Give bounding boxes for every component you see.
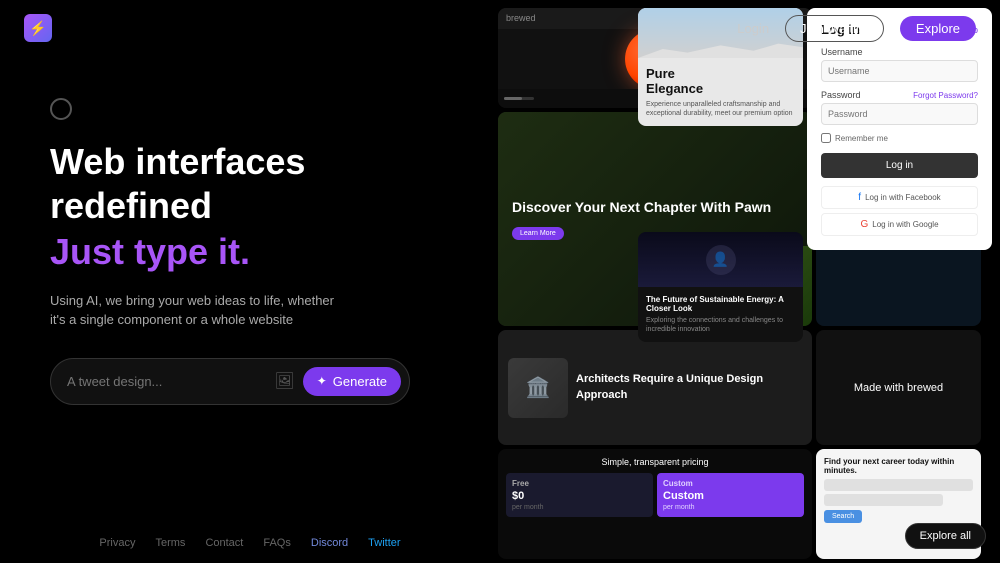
password-row: Password Forgot Password? xyxy=(821,90,978,100)
pricing-custom[interactable]: Custom Custom per month xyxy=(657,473,804,517)
login-link[interactable]: Login xyxy=(737,21,769,36)
pricing-custom-label: Custom xyxy=(663,479,798,488)
elegance-content: Pure Elegance Experience unparalleled cr… xyxy=(638,58,803,126)
pricing-free[interactable]: Free $0 per month xyxy=(506,473,653,517)
footer-terms[interactable]: Terms xyxy=(155,537,185,549)
sparkle-icon: ✦ xyxy=(317,374,327,388)
sustainable-title: The Future of Sustainable Energy: A Clos… xyxy=(646,295,795,313)
password-label: Password xyxy=(821,90,861,100)
facebook-icon: f xyxy=(858,192,861,203)
career-input-2[interactable] xyxy=(824,494,943,506)
generate-button[interactable]: ✦ Generate xyxy=(303,367,401,396)
elegance-subtitle: Elegance xyxy=(646,81,795,96)
discover-title: Discover Your Next Chapter With Pawn xyxy=(512,198,798,216)
search-input[interactable] xyxy=(67,374,266,389)
card-made[interactable]: Made with brewed xyxy=(816,330,981,445)
sustainable-image: 👤 xyxy=(638,232,803,287)
hero-subtext: Using AI, we bring your web ideas to lif… xyxy=(50,291,350,330)
footer-contact[interactable]: Contact xyxy=(205,537,243,549)
indicator-dot xyxy=(50,98,72,120)
card-sustainable[interactable]: 👤 The Future of Sustainable Energy: A Cl… xyxy=(638,232,803,342)
remember-me-checkbox[interactable] xyxy=(821,133,831,143)
pricing-free-price: $0 xyxy=(512,490,647,502)
username-input[interactable] xyxy=(821,60,978,82)
career-title: Find your next career today within minut… xyxy=(824,457,973,475)
sustainable-content: The Future of Sustainable Energy: A Clos… xyxy=(638,287,803,342)
pricing-custom-sub: per month xyxy=(663,504,798,511)
explore-all-button[interactable]: Explore all xyxy=(905,523,986,549)
pricing-free-label: Free xyxy=(512,479,647,488)
hero-section: Web interfaces redefined Just type it. U… xyxy=(0,0,500,563)
headline-1: Web interfaces redefined xyxy=(50,140,450,226)
elegance-text: Experience unparalleled craftsmanship an… xyxy=(646,100,795,118)
remember-me-row: Remember me xyxy=(821,133,978,143)
image-icon[interactable]: 🖼 xyxy=(266,371,302,391)
waitlist-button[interactable]: Join Waitlist xyxy=(785,15,884,42)
remember-me-label: Remember me xyxy=(835,134,888,143)
footer-privacy[interactable]: Privacy xyxy=(99,537,135,549)
forgot-password-link[interactable]: Forgot Password? xyxy=(913,91,978,100)
career-input-1[interactable] xyxy=(824,479,973,491)
made-text: Made with brewed xyxy=(854,382,943,394)
login-button[interactable]: Log in xyxy=(821,153,978,178)
architects-text: Architects Require a Unique Design Appro… xyxy=(576,372,802,403)
pricing-title: Simple, transparent pricing xyxy=(506,457,804,467)
card-architects[interactable]: 🏛️ Architects Require a Unique Design Ap… xyxy=(498,330,812,445)
footer-discord[interactable]: Discord xyxy=(311,537,348,549)
password-input[interactable] xyxy=(821,103,978,125)
footer-faqs[interactable]: FAQs xyxy=(263,537,291,549)
pricing-columns: Free $0 per month Custom Custom per mont… xyxy=(506,473,804,517)
headline-2: Just type it. xyxy=(50,231,450,273)
footer-twitter[interactable]: Twitter xyxy=(368,537,400,549)
elegance-title: Pure xyxy=(646,66,795,81)
footer: Privacy Terms Contact FAQs Discord Twitt… xyxy=(0,537,500,549)
discover-badge[interactable]: Learn More xyxy=(512,227,564,240)
architects-image: 🏛️ xyxy=(508,358,568,418)
pricing-free-sub: per month xyxy=(512,504,647,511)
sustainable-text: Exploring the connections and challenges… xyxy=(646,316,795,334)
card-pricing[interactable]: Simple, transparent pricing Free $0 per … xyxy=(498,449,812,559)
main-nav: Login Join Waitlist Explore xyxy=(737,15,976,42)
google-icon: G xyxy=(860,219,868,230)
explore-button[interactable]: Explore xyxy=(900,16,976,41)
facebook-login-btn[interactable]: f Log in with Facebook xyxy=(821,186,978,209)
google-login-btn[interactable]: G Log in with Google xyxy=(821,213,978,236)
logo-icon: ⚡ xyxy=(24,14,52,42)
career-search-btn[interactable]: Search xyxy=(824,510,862,523)
pricing-custom-price: Custom xyxy=(663,490,798,502)
search-bar: 🖼 ✦ Generate xyxy=(50,358,410,405)
